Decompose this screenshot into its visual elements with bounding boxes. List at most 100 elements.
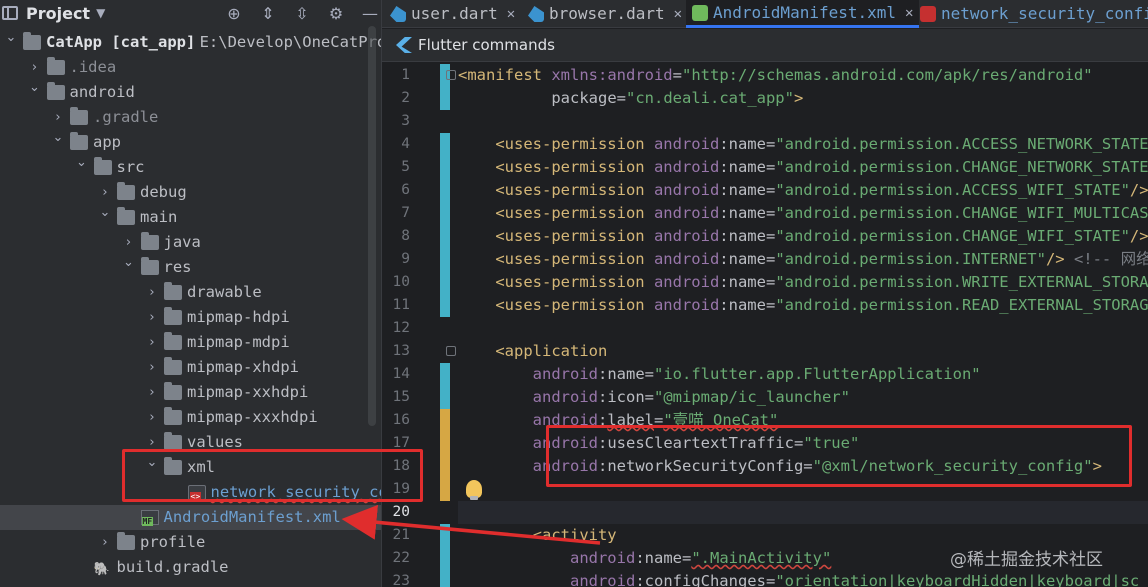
code-token: "android.permission.INTERNET"	[775, 250, 1046, 268]
code-line[interactable]: android:configChanges="orientation|keybo…	[458, 570, 1139, 587]
code-token: android	[653, 135, 720, 153]
close-icon[interactable]: ✕	[507, 0, 515, 28]
hide-icon[interactable]: —	[359, 4, 381, 23]
expand-all-icon[interactable]: ⇕	[257, 4, 279, 23]
chevron-down-icon[interactable]: ⌄	[51, 125, 65, 150]
tree-scrollbar[interactable]	[368, 26, 376, 426]
code-token: =	[765, 296, 776, 314]
code-line[interactable]: android:icon="@mipmap/ic_launcher"	[458, 386, 850, 409]
target-icon[interactable]: ⊕	[223, 4, 245, 23]
code-area[interactable]: <manifest xmlns:android="http://schemas.…	[458, 62, 1148, 587]
change-marker[interactable]	[440, 455, 450, 478]
change-marker[interactable]	[440, 363, 450, 386]
code-line[interactable]: android:name=".MainActivity"	[458, 547, 831, 570]
code-line[interactable]: <uses-permission android:name="android.p…	[458, 294, 1148, 317]
chevron-down-icon[interactable]: ⌄	[75, 150, 89, 175]
change-marker[interactable]	[440, 409, 450, 432]
code-line[interactable]: <uses-permission android:name="android.p…	[458, 133, 1148, 156]
code-line[interactable]: android:name="io.flutter.app.FlutterAppl…	[458, 363, 981, 386]
tab-label: AndroidManifest.xml	[713, 2, 897, 22]
chevron-down-icon[interactable]: ⌄	[98, 200, 112, 225]
code-line[interactable]: <uses-permission android:name="android.p…	[458, 156, 1148, 179]
code-token: <uses-permission	[495, 250, 654, 268]
code-line[interactable]: <uses-permission android:name="android.p…	[458, 271, 1148, 294]
editor-tab[interactable]: network_security_config	[914, 0, 1148, 28]
tree-item[interactable]: › mipmap-xhdpi	[0, 355, 381, 380]
chevron-right-icon[interactable]: ›	[145, 380, 159, 405]
fold-icon[interactable]	[446, 346, 456, 356]
code-line[interactable]: <application	[458, 340, 607, 363]
change-marker[interactable]	[440, 202, 450, 225]
editor-area: user.dart ✕ browser.dart ✕ AndroidManifest.x…	[381, 0, 1148, 587]
code-token: =	[765, 273, 776, 291]
code-line[interactable]	[458, 501, 1148, 524]
code-line[interactable]: <uses-permission android:name="android.p…	[458, 202, 1148, 225]
change-marker[interactable]	[440, 179, 450, 202]
tree-item[interactable]: ⌄ main	[0, 205, 381, 230]
flutter-commands-bar[interactable]: Flutter commands	[382, 29, 1148, 62]
folder-icon	[70, 107, 88, 125]
chevron-right-icon[interactable]: ›	[98, 530, 112, 555]
code-line[interactable]: <manifest xmlns:android="http://schemas.…	[458, 64, 1093, 87]
close-icon[interactable]: ✕	[674, 0, 682, 28]
tree-item[interactable]: AndroidManifest.xml	[0, 505, 381, 530]
tree-item[interactable]: › mipmap-xxxhdpi	[0, 405, 381, 430]
chevron-right-icon[interactable]: ›	[145, 330, 159, 355]
change-marker[interactable]	[440, 87, 450, 110]
chevron-down-icon[interactable]: ⌄	[122, 250, 136, 275]
code-token: "orientation|keyboardHidden|keyboard|sc	[775, 572, 1140, 587]
editor-tab[interactable]: user.dart ✕	[384, 0, 521, 28]
editor-tab[interactable]: browser.dart ✕	[522, 0, 688, 28]
change-marker[interactable]	[440, 478, 450, 501]
tree-item[interactable]: › debug	[0, 180, 381, 205]
tree-item[interactable]: › mipmap-hdpi	[0, 305, 381, 330]
editor-tab[interactable]: AndroidManifest.xml ✕	[686, 0, 920, 28]
code-token: "android.permission.CHANGE_WIFI_STATE"	[775, 227, 1130, 245]
change-marker[interactable]	[440, 133, 450, 156]
tree-item[interactable]: › mipmap-xxhdpi	[0, 380, 381, 405]
change-marker[interactable]	[440, 271, 450, 294]
chevron-down-icon[interactable]: ⌄	[28, 75, 42, 100]
tree-item[interactable]: › .idea	[0, 55, 381, 80]
code-line[interactable]: <uses-permission android:name="android.p…	[458, 225, 1148, 248]
change-marker[interactable]	[440, 248, 450, 271]
change-marker[interactable]	[440, 294, 450, 317]
chevron-down-icon[interactable]: ▼	[96, 6, 105, 20]
code-token: android	[532, 365, 598, 383]
tree-item[interactable]: ⌄ app	[0, 130, 381, 155]
tree-item[interactable]: build.gradle	[0, 555, 381, 582]
tree-item[interactable]: › drawable	[0, 280, 381, 305]
chevron-right-icon[interactable]: ›	[145, 305, 159, 330]
intention-bulb-icon[interactable]	[466, 480, 482, 500]
change-marker[interactable]	[440, 432, 450, 455]
chevron-down-icon[interactable]: ⌄	[4, 25, 18, 50]
change-marker[interactable]	[440, 225, 450, 248]
project-panel-title[interactable]: Project	[26, 4, 90, 23]
code-line[interactable]: <activity	[458, 524, 617, 547]
close-icon[interactable]: ✕	[905, 0, 913, 27]
tree-item[interactable]: › java	[0, 230, 381, 255]
code-line[interactable]: package="cn.deali.cat_app">	[458, 87, 803, 110]
chevron-right-icon[interactable]: ›	[145, 280, 159, 305]
fold-icon[interactable]	[446, 70, 456, 80]
code-line[interactable]: <uses-permission android:name="android.p…	[458, 248, 1148, 271]
gear-icon[interactable]: ⚙	[325, 4, 347, 23]
tree-item[interactable]: ⌄ android	[0, 80, 381, 105]
tree-item[interactable]: ⌄ src	[0, 155, 381, 180]
chevron-right-icon[interactable]: ›	[145, 405, 159, 430]
code-token: />	[1129, 181, 1148, 199]
annotation-highlight-config	[546, 425, 1132, 487]
code-line[interactable]: <uses-permission android:name="android.p…	[458, 179, 1148, 202]
change-marker[interactable]	[440, 156, 450, 179]
tree-item[interactable]: › profile	[0, 530, 381, 555]
chevron-right-icon[interactable]: ›	[145, 355, 159, 380]
tree-item[interactable]: ⌄ res	[0, 255, 381, 280]
collapse-all-icon[interactable]: ⇳	[291, 4, 313, 23]
change-marker[interactable]	[440, 524, 450, 547]
change-marker[interactable]	[440, 570, 450, 587]
tree-item[interactable]: › mipmap-mdpi	[0, 330, 381, 355]
change-marker[interactable]	[440, 547, 450, 570]
change-marker[interactable]	[440, 386, 450, 409]
tree-item[interactable]: ⌄ CatApp [cat_app] E:\Develop\OneCatPro	[0, 30, 381, 55]
